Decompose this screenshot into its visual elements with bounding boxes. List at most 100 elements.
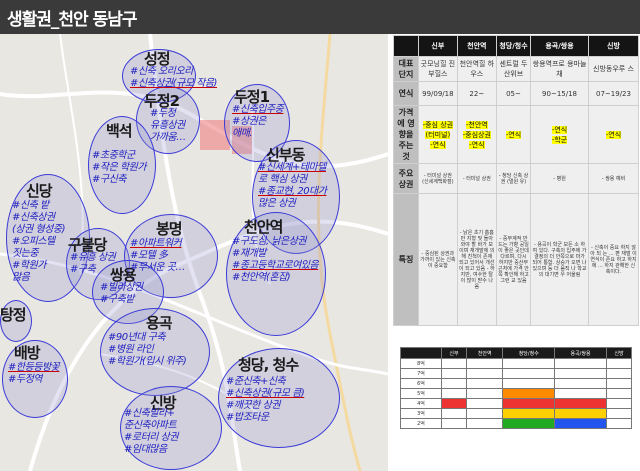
grid-header-cell: 신방 (605, 347, 633, 359)
row-label: 특징 (393, 193, 419, 326)
grid-cell-filled (502, 408, 556, 419)
table-cell: - 병원 (530, 163, 589, 194)
grid-header-cell (400, 347, 442, 359)
table-cell: 07~19/23 (587, 81, 640, 106)
page-title: 생활권_천안 동남구 (7, 10, 138, 30)
region-name-baebang: 배방 (14, 344, 41, 362)
grid-row: 4억 (400, 398, 633, 409)
grid-cell (605, 378, 633, 389)
region-name-yonggok: 용곡 (146, 314, 173, 332)
region-notes-bongmyeong: #아파트워커 #모텔 多 #무서운 곳… (130, 238, 185, 273)
grid-row-label: 6억 (400, 378, 442, 389)
grid-cell (502, 358, 556, 369)
grid-cell (605, 358, 633, 369)
table-cell: - 쌍용 예비 (587, 163, 640, 194)
grid-cell (440, 358, 468, 369)
table-header-cell: 신부 (418, 35, 458, 57)
region-notes-cheongdang: #준신축+신축 #신축상권(규모 큼) #깨끗한 상권 #밥조타운 (226, 376, 305, 423)
grid-cell (466, 398, 504, 409)
table-cell: 굿모닝힐 진부힐스 (418, 56, 458, 82)
table-header-cell: 용곡/쌍용 (530, 35, 589, 57)
grid-cell-filled (440, 398, 468, 409)
grid-cell-filled (502, 388, 556, 399)
table-cell: - 중심된 상권과 가까이 있는 신축이 중요함 (418, 193, 458, 326)
grid-cell (554, 358, 607, 369)
region-notes-seongjeong: #신축 오리오리 #신축상권(규모 작음) (130, 66, 217, 89)
grid-cell-filled (554, 398, 607, 409)
grid-cell-filled (502, 398, 556, 409)
table-row: 특징 - 중심된 상권과 가까이 있는 신축이 중요함 - 낡은 초기 흠흠만 … (393, 193, 640, 326)
grid-cell (605, 368, 633, 379)
grid-row: 8억 (400, 358, 633, 369)
grid-row: 5억 (400, 388, 633, 399)
grid-cell (554, 388, 607, 399)
grid-row: 6억 (400, 378, 633, 389)
grid-row: 2억 (400, 418, 633, 429)
table-cell: 신방동우루 스 (587, 56, 640, 82)
table-cell: -천안역 -중심상권 -연식 (456, 105, 497, 164)
grid-row-label: 3억 (400, 408, 442, 419)
region-name-tangjeong: 탕정 (0, 306, 27, 324)
region-notes-gubuldang: #유흥 상권 #구축 (70, 252, 116, 275)
region-name-cheongdang: 청당, 청수 (238, 356, 299, 374)
table-cell: - 터미널 상권 (신세계백화점) (418, 163, 458, 194)
table-header-cell: 신방 (587, 35, 640, 57)
grid-header-row: 신부 천안역 청당/청수 용곡/쌍용 신방 (400, 347, 633, 359)
grid-cell (440, 388, 468, 399)
row-label: 대표 단지 (393, 56, 419, 82)
region-notes-dujeong2: #두정 유흥상권 가까움… (150, 108, 186, 143)
highlight-text: -연식 (605, 130, 622, 139)
grid-cell (502, 368, 556, 379)
price-band-grid: 신부 천안역 청당/청수 용곡/쌍용 신방 8억 7억 6억 5억 4억 3억 … (400, 347, 633, 429)
grid-header-cell: 신부 (440, 347, 468, 359)
comparison-table: 신부 천안역 청당/청수 용곡/쌍용 신방 대표 단지 굿모닝힐 진부힐스 천안… (393, 35, 640, 326)
table-cell: 05~ (495, 81, 532, 106)
map-panel: 성정 두정2 두정1 백석 신부동 신당 구불당 봉명 천안역 쌍용 탕정 용곡… (0, 34, 388, 471)
table-header-cell: 청당/청수 (495, 35, 532, 57)
table-cell: - 중부계적 만드는 가향 공일이 좋은 곳인데 다르며, 다시 하지만 중산부… (495, 193, 532, 326)
grid-cell (466, 408, 504, 419)
table-header-row: 신부 천안역 청당/청수 용곡/쌍용 신방 (393, 35, 640, 57)
row-label: 주요 상권 (393, 163, 419, 194)
row-label: 연식 (393, 81, 419, 106)
region-notes-cheonanyeok: #구도심, 낡은상권 #재개발 #종고등학교로여있음 #천안역(혼잡) (232, 236, 319, 283)
region-name-baekseok: 백석 (106, 122, 133, 140)
grid-cell (554, 368, 607, 379)
grid-cell (502, 378, 556, 389)
region-notes-yonggok: #90년대 구축 #병원 라인 #학원가(입시 위주) (108, 332, 187, 367)
grid-cell (466, 368, 504, 379)
table-cell: - 터미널 상권 (456, 163, 497, 194)
table-cell: 90~15/18 (530, 81, 589, 106)
table-row: 가격에 영향을 주는 것 -중심 상권(터미널) -연식 -천안역 -중심상권 … (393, 105, 640, 164)
grid-header-cell: 청당/청수 (502, 347, 556, 359)
table-header-cell (393, 35, 419, 57)
table-cell: 쌍용역프로 용마늘채 (530, 56, 589, 82)
table-cell: - 용곡이 학군 모든 소 하여 있다. 구축의 입주에 가 결정의 더 안쪽으… (530, 193, 589, 326)
table-cell: -중심 상권(터미널) -연식 (418, 105, 458, 164)
grid-cell (466, 418, 504, 429)
region-name-sindang: 신당 (26, 182, 53, 200)
table-cell: -연식 (587, 105, 640, 164)
grid-row-label: 4억 (400, 398, 442, 409)
region-notes-ssangyong: #빌라상권 #구축밭 (100, 282, 143, 305)
table-cell: -연식 (495, 105, 532, 164)
region-notes-baebang: #한등등방꽃 #두정역 (8, 362, 60, 385)
row-label: 가격에 영향을 주는 것 (393, 105, 419, 164)
table-cell: 99/09/18 (418, 81, 458, 106)
grid-cell (466, 378, 504, 389)
grid-cell (440, 408, 468, 419)
grid-cell (466, 388, 504, 399)
grid-header-cell: 용곡/쌍용 (554, 347, 607, 359)
region-notes-sinbang: #신축빌라+ 준신축아파트 #로터리 상권 #임대많음 (124, 408, 179, 455)
grid-cell (605, 398, 633, 409)
grid-row: 3억 (400, 408, 633, 419)
table-cell: -연식 -학군 (530, 105, 589, 164)
grid-cell (554, 378, 607, 389)
highlight-text: -연식 -학군 (551, 125, 568, 144)
table-row: 연식 99/09/18 22~ 05~ 90~15/18 07~19/23 (393, 81, 640, 106)
grid-cell (440, 378, 468, 389)
region-notes-baekseok: #초중학군 #작은 학원가 #구신축 (92, 150, 147, 185)
table-cell: - 신축이 중요 하지 않아 되 는 ... 편 재벌 이 연식이 존요 하고 … (587, 193, 640, 326)
grid-cell (605, 408, 633, 419)
region-notes-sindang: #신축 밭 #신축상권 (상권 형성중) #오피스텔 짓는중 #학원가 많음 (12, 200, 65, 283)
